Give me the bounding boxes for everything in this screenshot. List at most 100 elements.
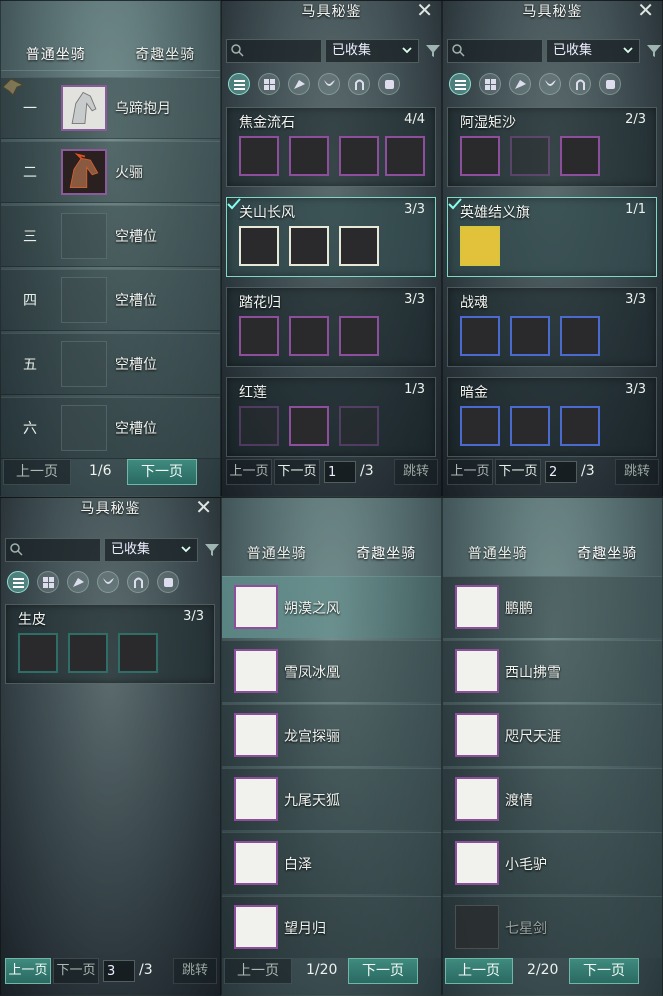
mount-list-item-selected[interactable]: 朔漠之风 <box>222 576 441 638</box>
slot-4[interactable]: 四 空槽位 <box>1 269 220 331</box>
list-all-icon[interactable] <box>228 73 250 95</box>
jump-button[interactable]: 跳转 <box>394 459 438 485</box>
search-field[interactable] <box>5 538 101 562</box>
saddle-cloth-icon[interactable] <box>157 571 179 593</box>
harness-piece-icon[interactable] <box>239 316 279 356</box>
tab-normal-mounts[interactable]: 普通坐骑 <box>247 543 307 563</box>
head-armor-icon[interactable] <box>509 73 531 95</box>
page-number-input[interactable] <box>324 461 356 483</box>
collected-filter-dropdown[interactable]: 已收集 <box>546 39 640 63</box>
mount-list-item[interactable]: 雪凤冰凰 <box>222 640 441 702</box>
harness-piece-icon[interactable] <box>460 136 500 176</box>
slot-3[interactable]: 三 空槽位 <box>1 205 220 267</box>
chest-armor-icon[interactable] <box>539 73 561 95</box>
stirrup-icon[interactable] <box>348 73 370 95</box>
prev-page-button[interactable]: 上一页 <box>226 459 272 485</box>
tab-fun-mounts[interactable]: 奇趣坐骑 <box>356 543 416 563</box>
set-card[interactable]: 生皮 3/3 <box>5 604 215 684</box>
close-icon[interactable]: ✕ <box>637 1 654 22</box>
harness-piece-icon[interactable] <box>560 316 600 356</box>
harness-piece-icon[interactable] <box>560 406 600 446</box>
slot-2[interactable]: 二 火骊 <box>1 141 220 203</box>
mount-list-item[interactable]: 九尾天狐 <box>222 768 441 830</box>
search-input[interactable] <box>247 42 317 60</box>
prev-page-button[interactable]: 上一页 <box>3 459 71 485</box>
tab-normal-mounts[interactable]: 普通坐骑 <box>468 543 528 563</box>
slot-5[interactable]: 五 空槽位 <box>1 333 220 395</box>
list-all-icon[interactable] <box>7 571 29 593</box>
saddle-cloth-icon[interactable] <box>599 73 621 95</box>
harness-piece-icon[interactable] <box>18 633 58 673</box>
harness-piece-icon[interactable] <box>289 316 329 356</box>
prev-page-button[interactable]: 上一页 <box>5 958 51 984</box>
harness-piece-icon[interactable] <box>510 136 550 176</box>
stirrup-icon[interactable] <box>569 73 591 95</box>
set-card[interactable]: 暗金 3/3 <box>447 377 657 457</box>
tab-fun-mounts[interactable]: 奇趣坐骑 <box>577 543 637 563</box>
collected-filter-dropdown[interactable]: 已收集 <box>325 39 419 63</box>
tab-fun-mounts[interactable]: 奇趣坐骑 <box>135 44 195 64</box>
saddle-cloth-icon[interactable] <box>378 73 400 95</box>
set-card-completed[interactable]: 英雄结义旗 1/1 <box>447 197 657 277</box>
next-page-button[interactable]: 下一页 <box>348 958 418 984</box>
harness-piece-icon[interactable] <box>385 136 425 176</box>
filter-funnel-icon[interactable] <box>425 43 441 59</box>
filter-funnel-icon[interactable] <box>204 542 220 558</box>
mount-list-item[interactable]: 龙宫探骊 <box>222 704 441 766</box>
harness-piece-icon[interactable] <box>289 226 329 266</box>
search-input[interactable] <box>26 541 96 559</box>
prev-page-button[interactable]: 上一页 <box>445 958 513 984</box>
jump-button[interactable]: 跳转 <box>173 958 217 984</box>
close-icon[interactable]: ✕ <box>416 1 433 22</box>
chest-armor-icon[interactable] <box>97 571 119 593</box>
page-number-input[interactable] <box>103 960 135 982</box>
page-number-input[interactable] <box>545 461 577 483</box>
set-card[interactable]: 战魂 3/3 <box>447 287 657 367</box>
mount-list-item[interactable]: 望月归 <box>222 896 441 958</box>
stirrup-icon[interactable] <box>127 571 149 593</box>
mount-list-item[interactable]: 小毛驴 <box>443 832 662 894</box>
next-page-button[interactable]: 下一页 <box>569 958 639 984</box>
harness-piece-icon[interactable] <box>339 226 379 266</box>
harness-piece-icon[interactable] <box>239 136 279 176</box>
mount-list-item[interactable]: 咫尺天涯 <box>443 704 662 766</box>
grid-icon[interactable] <box>258 73 280 95</box>
grid-icon[interactable] <box>479 73 501 95</box>
mount-list-item[interactable]: 白泽 <box>222 832 441 894</box>
banner-flag-icon[interactable] <box>460 226 500 266</box>
set-card[interactable]: 焦金流石 4/4 <box>226 107 436 187</box>
harness-piece-icon[interactable] <box>68 633 108 673</box>
close-icon[interactable]: ✕ <box>195 498 212 519</box>
grid-icon[interactable] <box>37 571 59 593</box>
harness-piece-icon[interactable] <box>510 406 550 446</box>
harness-piece-icon[interactable] <box>460 406 500 446</box>
slot-1[interactable]: 一 乌蹄抱月 <box>1 77 220 139</box>
harness-piece-icon[interactable] <box>560 136 600 176</box>
chest-armor-icon[interactable] <box>318 73 340 95</box>
harness-piece-icon[interactable] <box>118 633 158 673</box>
list-all-icon[interactable] <box>449 73 471 95</box>
search-field[interactable] <box>226 39 322 63</box>
set-card[interactable]: 红莲 1/3 <box>226 377 436 457</box>
mount-list-item[interactable]: 渡情 <box>443 768 662 830</box>
harness-piece-icon[interactable] <box>339 406 379 446</box>
slot-6[interactable]: 六 空槽位 <box>1 397 220 459</box>
collected-filter-dropdown[interactable]: 已收集 <box>104 538 198 562</box>
next-page-button[interactable]: 下一页 <box>274 459 320 485</box>
harness-piece-icon[interactable] <box>289 136 329 176</box>
harness-piece-icon[interactable] <box>239 226 279 266</box>
harness-piece-icon[interactable] <box>510 316 550 356</box>
mount-list-item[interactable]: 鹏鹏 <box>443 576 662 638</box>
set-card[interactable]: 踏花归 3/3 <box>226 287 436 367</box>
mount-list-item-locked[interactable]: 七星剑 <box>443 896 662 958</box>
harness-piece-icon[interactable] <box>339 316 379 356</box>
prev-page-button[interactable]: 上一页 <box>224 958 292 984</box>
next-page-button[interactable]: 下一页 <box>53 958 99 984</box>
head-armor-icon[interactable] <box>288 73 310 95</box>
jump-button[interactable]: 跳转 <box>615 459 659 485</box>
harness-piece-icon[interactable] <box>239 406 279 446</box>
search-input[interactable] <box>468 42 538 60</box>
harness-piece-icon[interactable] <box>289 406 329 446</box>
head-armor-icon[interactable] <box>67 571 89 593</box>
harness-piece-icon[interactable] <box>460 316 500 356</box>
